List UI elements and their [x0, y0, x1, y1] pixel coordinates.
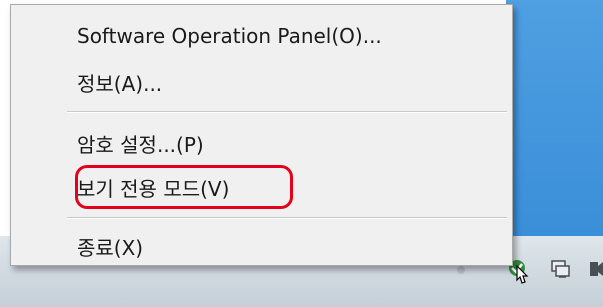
- menu-item-about[interactable]: 정보(A)...: [77, 68, 162, 97]
- mouse-pointer-icon: [516, 264, 529, 284]
- menu-separator: [67, 111, 507, 113]
- menu-icon-gutter: [11, 5, 61, 265]
- menu-item-exit[interactable]: 종료(X): [77, 232, 143, 261]
- menu-item-software-operation-panel[interactable]: Software Operation Panel(O)...: [77, 24, 382, 48]
- menu-separator: [67, 217, 507, 219]
- desktop-screen: Software Operation Panel(O)... 정보(A)... …: [0, 0, 603, 307]
- tray-context-menu: Software Operation Panel(O)... 정보(A)... …: [10, 4, 513, 266]
- system-tray-icon[interactable]: [588, 258, 603, 280]
- menu-item-password-settings[interactable]: 암호 설정...(P): [77, 129, 204, 158]
- network-icon[interactable]: [549, 258, 571, 280]
- tray-overflow-dot: [457, 266, 465, 274]
- desktop-background: [506, 0, 603, 236]
- menu-item-view-only-mode[interactable]: 보기 전용 모드(V): [77, 173, 229, 202]
